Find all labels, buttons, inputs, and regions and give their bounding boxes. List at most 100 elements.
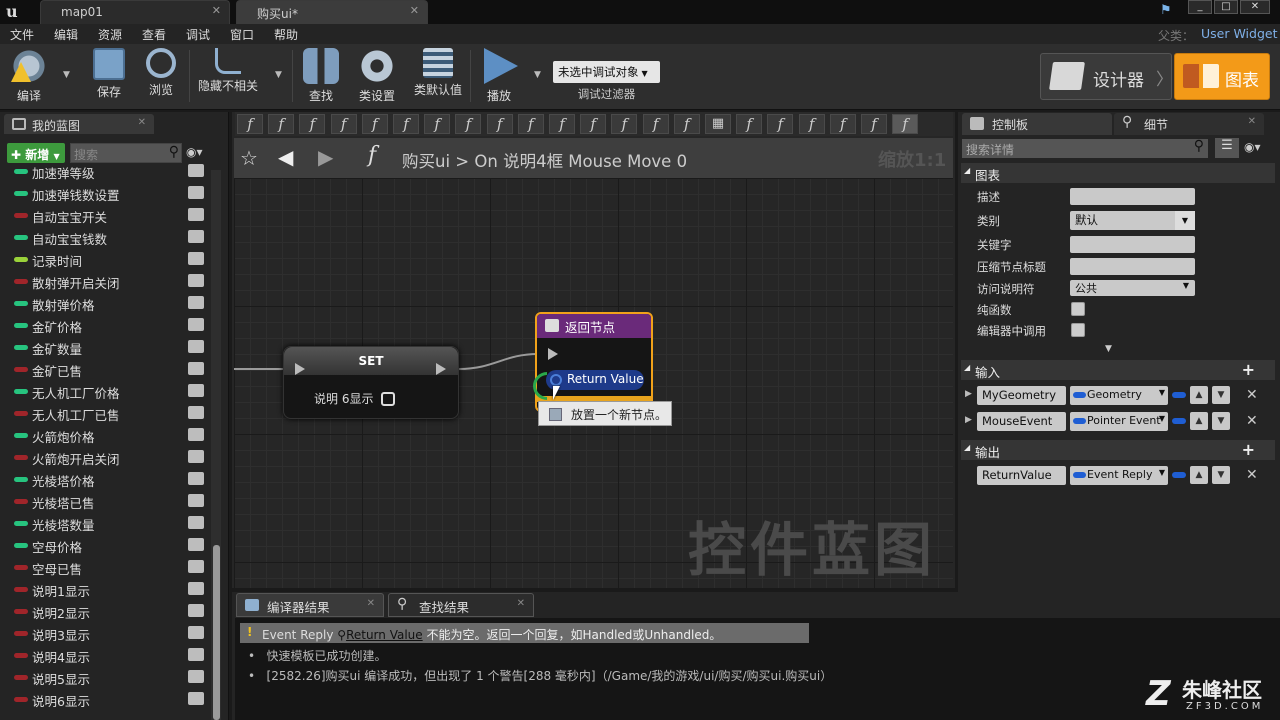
variable-item[interactable]: 散射弹价格 (14, 293, 204, 315)
variable-item[interactable]: 说明4显示 (14, 645, 204, 667)
function-tab-icon[interactable]: f (861, 114, 887, 134)
tab-details[interactable]: ⚲ 细节 ✕ (1114, 113, 1264, 135)
variable-item[interactable]: 光棱塔已售 (14, 491, 204, 513)
close-icon[interactable]: ✕ (138, 117, 146, 128)
variable-item[interactable]: 说明6显示 (14, 689, 204, 711)
visibility-eye-icon[interactable] (188, 318, 204, 331)
tab-find-results[interactable]: ⚲ 查找结果 ✕ (388, 593, 534, 617)
visibility-eye-icon[interactable] (188, 296, 204, 309)
visibility-eye-icon[interactable] (188, 538, 204, 551)
visibility-eye-icon[interactable] (188, 582, 204, 595)
visibility-eye-icon[interactable] (188, 186, 204, 199)
variable-item[interactable]: 金矿已售 (14, 359, 204, 381)
category-select[interactable]: 默认 ▼ (1070, 211, 1195, 230)
function-tab-icon[interactable]: f (237, 114, 263, 134)
browse-button[interactable]: 浏览 (136, 46, 186, 106)
save-button[interactable]: 保存 (84, 46, 134, 106)
add-input-button[interactable]: + (1242, 360, 1255, 379)
find-button[interactable]: 查找 (296, 46, 346, 106)
parent-class-link[interactable]: User Widget (1201, 26, 1277, 41)
compile-button[interactable]: 编译 (4, 46, 54, 106)
expand-arrow-icon[interactable]: ▶ (965, 389, 972, 399)
function-tab-icon[interactable]: f (642, 114, 669, 134)
menu-debug[interactable]: 调试 (186, 26, 210, 43)
function-tab-icon[interactable]: f (455, 114, 482, 134)
variable-item[interactable]: 无人机工厂价格 (14, 381, 204, 403)
delete-param-button[interactable]: ✕ (1246, 413, 1258, 429)
visibility-eye-icon[interactable] (188, 384, 204, 397)
function-tab-icon[interactable]: f (268, 114, 295, 134)
tab-goumai-ui[interactable]: 购买ui* ✕ (236, 0, 428, 24)
visibility-eye-icon[interactable] (188, 494, 204, 507)
play-button[interactable]: 播放 (474, 46, 524, 106)
maximize-button[interactable]: □ (1214, 0, 1238, 14)
visibility-eye-icon[interactable] (188, 274, 204, 287)
favorite-star-icon[interactable]: ☆ (240, 146, 258, 170)
visibility-eye-icon[interactable] (188, 626, 204, 639)
compact-title-input[interactable] (1070, 258, 1195, 275)
visibility-eye-icon[interactable] (188, 252, 204, 265)
variable-item[interactable]: 说明2显示 (14, 601, 204, 623)
variable-item[interactable]: 空母已售 (14, 557, 204, 579)
tab-palette[interactable]: 控制板 (962, 113, 1112, 135)
function-tab-icon[interactable]: f (393, 114, 419, 134)
menu-file[interactable]: 文件 (10, 26, 34, 43)
move-up-button[interactable]: ▲ (1190, 412, 1208, 430)
visibility-eye-icon[interactable] (188, 604, 204, 617)
function-tab-icon[interactable]: f (361, 114, 388, 134)
visibility-eye-icon[interactable] (188, 648, 204, 661)
move-down-button[interactable]: ▼ (1212, 412, 1230, 430)
inputs-section-header[interactable]: ◢ 输入 + (961, 360, 1275, 380)
compile-dropdown-icon[interactable]: ▼ (63, 70, 70, 80)
variable-item[interactable]: 加速弹钱数设置 (14, 183, 204, 205)
tab-map01[interactable]: map01 ✕ (40, 0, 230, 24)
function-tab-icon[interactable]: f (580, 114, 607, 134)
menu-view[interactable]: 查看 (142, 26, 166, 43)
details-search-input[interactable]: 搜索详情 ⚲ (962, 138, 1208, 158)
visibility-eye-icon[interactable] (188, 516, 204, 529)
function-tab-icon[interactable]: f (486, 114, 513, 134)
move-down-button[interactable]: ▼ (1212, 466, 1230, 484)
variable-item[interactable]: 火箭炮价格 (14, 425, 204, 447)
variable-item[interactable]: 光棱塔数量 (14, 513, 204, 535)
param-name-input[interactable]: ReturnValue (977, 466, 1066, 485)
expand-arrow-icon[interactable]: ▶ (965, 415, 972, 425)
visibility-eye-icon[interactable] (188, 208, 204, 221)
add-output-button[interactable]: + (1242, 440, 1255, 459)
back-arrow-icon[interactable]: ◀ (278, 145, 293, 169)
param-type-select[interactable]: Pointer Event ▼ (1070, 412, 1168, 431)
variable-item[interactable]: 自动宝宝开关 (14, 205, 204, 227)
designer-mode-button[interactable]: 设计器 〉 (1040, 53, 1173, 100)
eye-icon[interactable]: ◉▾ (1244, 140, 1261, 154)
move-up-button[interactable]: ▲ (1190, 466, 1208, 484)
variable-item[interactable]: 空母价格 (14, 535, 204, 557)
tab-compiler-results[interactable]: 编译器结果 ✕ (236, 593, 384, 617)
variable-item[interactable]: 金矿数量 (14, 337, 204, 359)
pure-checkbox[interactable] (1071, 302, 1085, 316)
my-blueprint-tab[interactable]: 我的蓝图 ✕ (4, 114, 154, 134)
function-tab-icon[interactable]: f (549, 114, 575, 134)
function-tab-icon[interactable]: f (424, 114, 451, 134)
function-tab-icon[interactable]: f (330, 114, 357, 134)
breadcrumb-function[interactable]: On 说明4框 Mouse Move 0 (474, 152, 687, 171)
variable-item[interactable]: 加速弹等级 (14, 161, 204, 183)
hide-dropdown-icon[interactable]: ▼ (275, 70, 282, 80)
variable-item[interactable]: 光棱塔价格 (14, 469, 204, 491)
visibility-eye-icon[interactable] (188, 362, 204, 375)
set-node[interactable]: SET 说明 6显示 (283, 346, 459, 419)
graph-section-header[interactable]: ◢ 图表 (961, 163, 1275, 183)
param-type-select[interactable]: Event Reply ▼ (1070, 466, 1168, 485)
param-name-input[interactable]: MouseEvent (977, 412, 1066, 431)
editor-call-checkbox[interactable] (1071, 323, 1085, 337)
visibility-eye-icon[interactable] (188, 450, 204, 463)
menu-edit[interactable]: 编辑 (54, 26, 78, 43)
variable-item[interactable]: 无人机工厂已售 (14, 403, 204, 425)
menu-help[interactable]: 帮助 (274, 26, 298, 43)
param-name-input[interactable]: MyGeometry (977, 386, 1066, 405)
view-options-icon[interactable]: ◉▾ (186, 145, 203, 159)
variable-item[interactable]: 说明1显示 (14, 579, 204, 601)
close-icon[interactable]: ✕ (212, 4, 221, 17)
delete-param-button[interactable]: ✕ (1246, 387, 1258, 403)
warning-pin-link[interactable]: Return Value (346, 628, 423, 642)
function-tab-icon[interactable]: f (767, 114, 794, 134)
